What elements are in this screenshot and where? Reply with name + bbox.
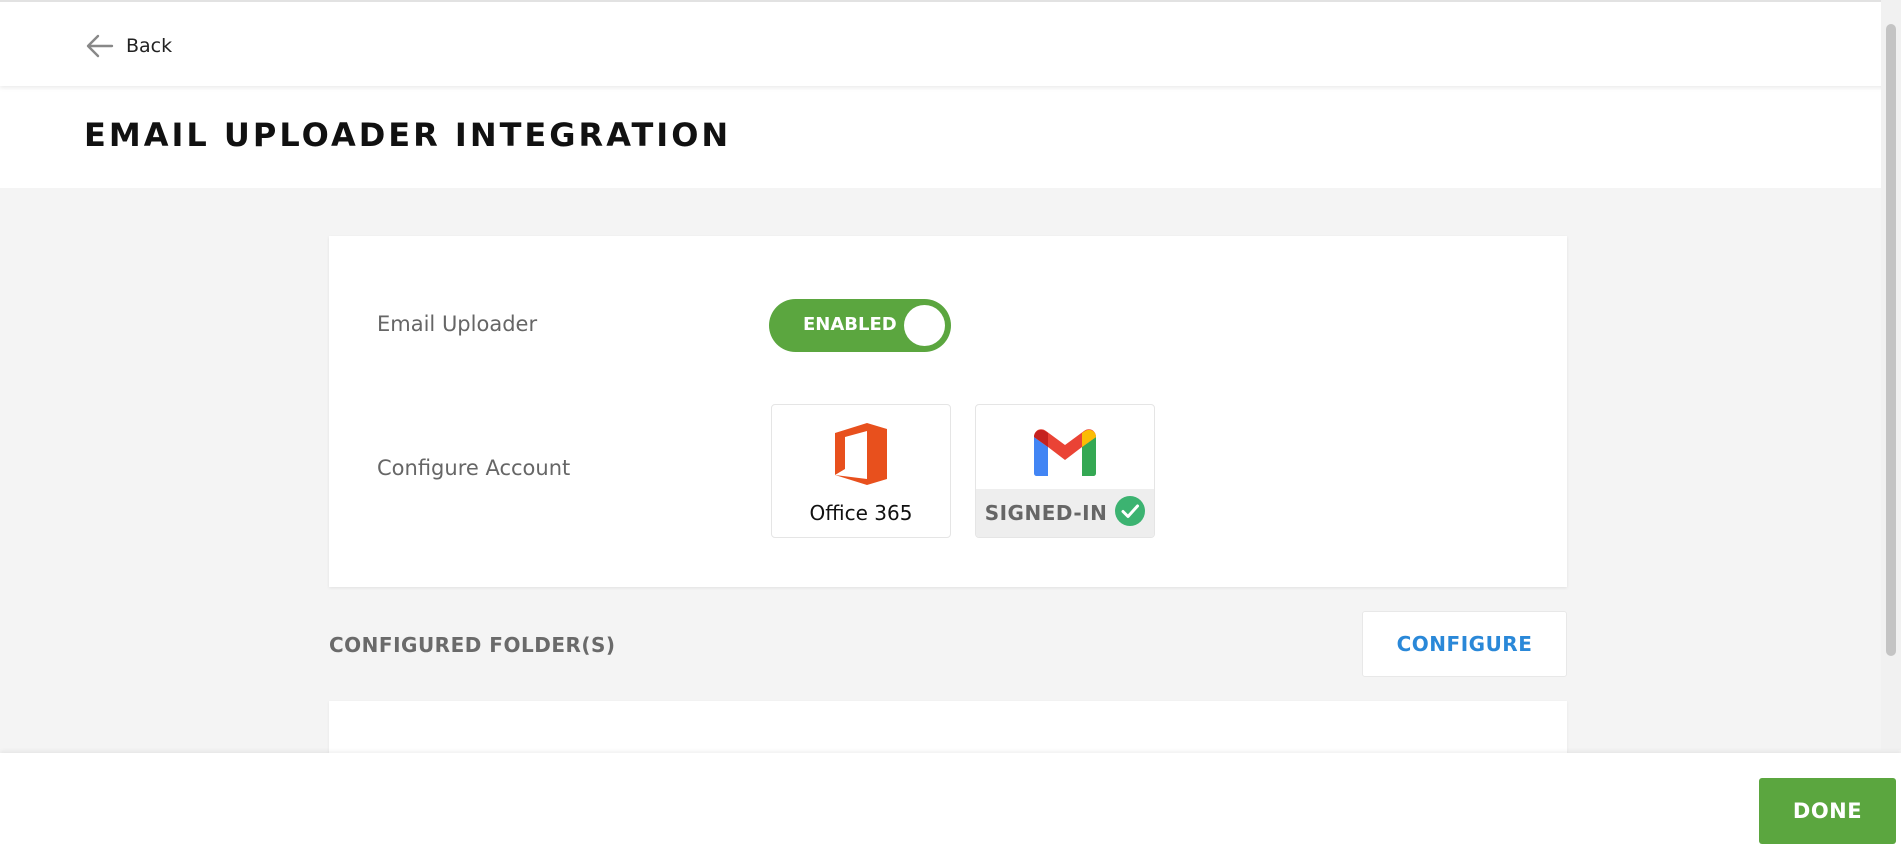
office-365-label: Office 365	[809, 501, 913, 525]
gmail-icon	[1032, 427, 1098, 481]
title-band: EMAIL UPLOADER INTEGRATION	[0, 86, 1901, 188]
arrow-left-icon	[86, 34, 114, 58]
office-365-icon	[833, 421, 889, 491]
configure-account-label: Configure Account	[377, 456, 571, 480]
toggle-state-label: ENABLED	[803, 314, 897, 335]
toggle-knob	[904, 305, 945, 346]
scrollbar-thumb[interactable]	[1886, 24, 1896, 656]
signed-in-label: SIGNED-IN	[984, 501, 1108, 525]
configure-button[interactable]: CONFIGURE	[1362, 611, 1567, 677]
check-circle-icon	[1115, 496, 1146, 530]
settings-card: Email Uploader ENABLED Configure Account…	[329, 236, 1567, 587]
gmail-tile[interactable]: SIGNED-IN	[975, 404, 1155, 538]
back-link[interactable]: Back	[86, 28, 172, 64]
back-label: Back	[126, 35, 173, 57]
office-365-tile[interactable]: Office 365	[771, 404, 951, 538]
email-uploader-toggle[interactable]: ENABLED	[769, 299, 951, 352]
page-title: EMAIL UPLOADER INTEGRATION	[84, 116, 732, 154]
vertical-scrollbar[interactable]	[1881, 0, 1901, 750]
footer-bar: DONE	[0, 753, 1901, 865]
signed-in-status: SIGNED-IN	[976, 489, 1154, 537]
email-uploader-label: Email Uploader	[377, 312, 538, 336]
done-button[interactable]: DONE	[1759, 778, 1896, 844]
configured-folders-card	[329, 701, 1567, 761]
configured-folders-heading: CONFIGURED FOLDER(S)	[329, 633, 616, 657]
top-bar: Back	[0, 0, 1901, 86]
